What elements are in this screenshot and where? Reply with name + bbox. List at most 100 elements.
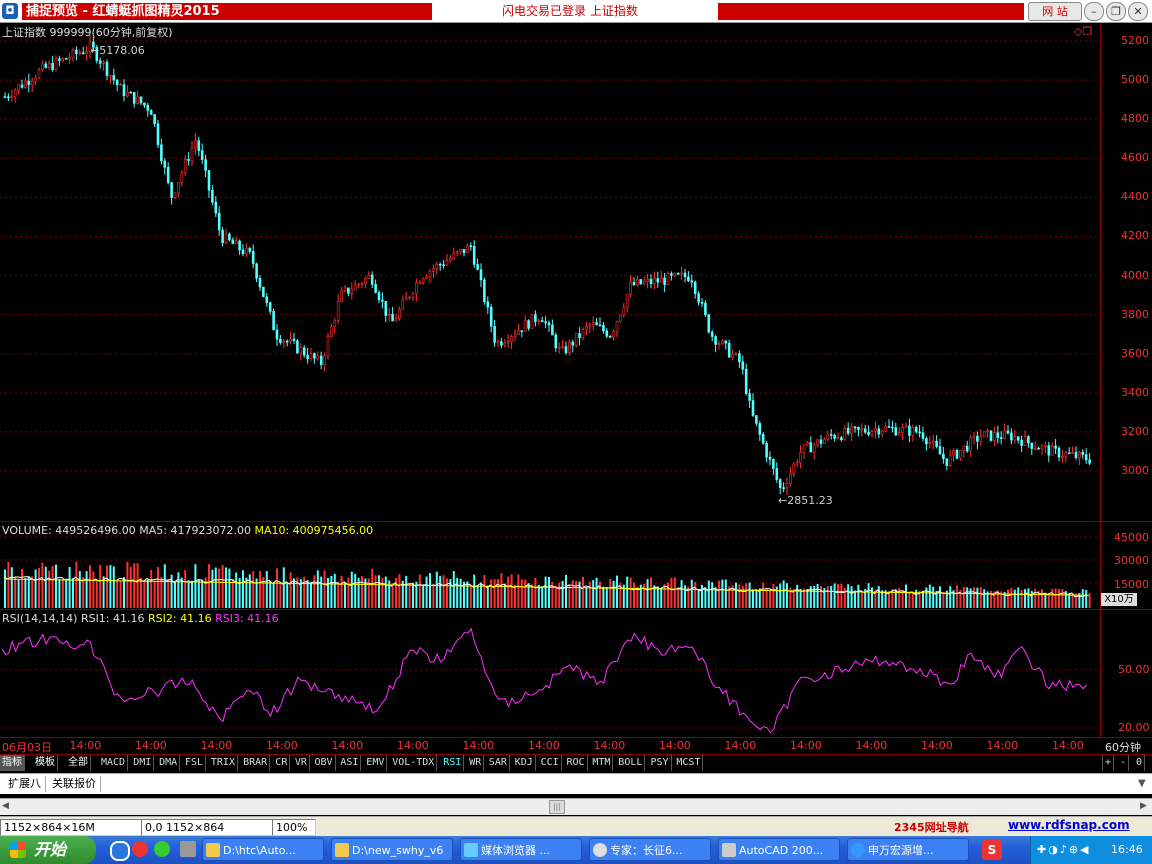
indicator-tab-trix[interactable]: TRIX xyxy=(209,755,238,771)
candle-body xyxy=(129,91,133,94)
minimize-icon[interactable]: – xyxy=(1084,2,1104,21)
scroll-left-icon[interactable]: ◀ xyxy=(2,801,9,811)
indicator-tab-boll[interactable]: BOLL xyxy=(616,755,646,771)
volume-bar xyxy=(21,568,23,608)
indicator-tab-fsl[interactable]: FSL xyxy=(183,755,207,771)
indicator-tab-wr[interactable]: WR xyxy=(467,755,485,771)
volume-bar xyxy=(541,586,544,608)
indicator-tab-roc[interactable]: ROC xyxy=(565,755,588,771)
volume-bar xyxy=(1085,589,1088,608)
start-button[interactable]: 开始 xyxy=(0,836,96,864)
chrome-icon[interactable] xyxy=(132,841,148,857)
indicator-tab-rsi[interactable]: RSI xyxy=(441,755,465,771)
indicator-tab-mtm[interactable]: MTM xyxy=(590,755,614,771)
close-icon[interactable]: ✕ xyxy=(1128,2,1148,21)
tab-related-quotes[interactable]: 关联报价 xyxy=(48,776,101,792)
volume-bar xyxy=(905,584,907,608)
volume-bar xyxy=(289,572,292,608)
volume-bar xyxy=(225,567,227,608)
indicator-tab-bar: 指标 模板 全部 MACD DMI DMA FSL TRIX BRAR CR VR OBV ASI EMV… xyxy=(0,754,1152,772)
indicator-tab-brar[interactable]: BRAR xyxy=(241,755,271,771)
indicator-tab-sar[interactable]: SAR xyxy=(487,755,510,771)
tray-icons[interactable]: ✚◑♪⊕◀ xyxy=(1037,843,1091,856)
volume-bar xyxy=(476,585,479,608)
sogou-input-icon[interactable]: S xyxy=(982,840,1002,860)
volume-bar xyxy=(616,575,618,608)
candle-body xyxy=(928,442,932,445)
indicator-tab-全部[interactable]: 全部 xyxy=(66,755,91,771)
indicator-tab-emv[interactable]: EMV xyxy=(364,755,388,771)
indicator-tab-模板[interactable]: 模板 xyxy=(33,755,58,771)
folder-icon xyxy=(335,843,349,857)
task-expert[interactable]: 专家：长征6... xyxy=(589,838,711,861)
indicator-tab-vol-tdx[interactable]: VOL-TDX xyxy=(390,755,438,771)
scroll-thumb[interactable]: ||| xyxy=(549,800,565,814)
rsi-panel[interactable]: RSI(14,14,14) RSI1: 41.16 RSI2: 41.16 RS… xyxy=(0,609,1152,738)
indicator-tab-asi[interactable]: ASI xyxy=(338,755,362,771)
candle-body xyxy=(697,293,700,303)
task-autocad[interactable]: AutoCAD 200... xyxy=(718,838,840,861)
ie-icon[interactable] xyxy=(110,841,130,861)
volume-bar xyxy=(503,583,506,608)
candle-body xyxy=(1033,447,1037,450)
candle-body xyxy=(884,426,887,432)
candle-body xyxy=(972,435,976,439)
volume-bar xyxy=(214,567,217,608)
quicklaunch-more-icon[interactable] xyxy=(180,841,196,857)
indicator-tab-obv[interactable]: OBV xyxy=(313,755,336,771)
volume-bar xyxy=(133,563,136,608)
candle-body xyxy=(64,57,68,60)
site-link[interactable]: www.rdfsnap.com xyxy=(1008,818,1130,832)
candle-body xyxy=(47,62,51,68)
indicator-tab-kdj[interactable]: KDJ xyxy=(513,755,536,771)
task-folder-htc[interactable]: D:\htc\Auto... xyxy=(202,838,324,861)
website-button[interactable]: 网 站 xyxy=(1028,2,1082,21)
price-tick: 3800 xyxy=(1121,307,1149,321)
task-folder-swhy[interactable]: D:\new_swhy_v6 xyxy=(331,838,453,861)
scroll-right-icon[interactable]: ▶ xyxy=(1140,801,1147,811)
zoom-in-button[interactable]: + xyxy=(1102,755,1115,771)
indicator-tab-指标[interactable]: 指标 xyxy=(0,755,25,771)
zoom-reset-button[interactable]: 0 xyxy=(1134,755,1146,771)
indicator-tab-cr[interactable]: CR xyxy=(273,755,291,771)
candle-body xyxy=(24,80,27,88)
candle-body xyxy=(262,286,265,298)
volume-bar xyxy=(248,574,251,608)
indicator-tab-dma[interactable]: DMA xyxy=(157,755,181,771)
candle-body xyxy=(166,166,170,183)
tab-extension-eight[interactable]: 扩展八 xyxy=(4,776,46,792)
nav-link[interactable]: 2345网址导航 xyxy=(894,819,969,835)
volume-bar xyxy=(500,573,503,608)
scroll-down-icon[interactable]: ▼ xyxy=(1138,778,1146,789)
candle-body xyxy=(367,274,371,279)
candle-body xyxy=(629,282,632,295)
candle-body xyxy=(489,306,493,327)
volume-bar xyxy=(197,579,200,608)
candle-body xyxy=(466,245,469,254)
indicator-tab-cci[interactable]: CCI xyxy=(539,755,562,771)
indicator-tab-mcst[interactable]: MCST xyxy=(674,755,704,771)
period-selector[interactable]: 60分钟 xyxy=(1105,739,1141,755)
indicator-tab-psy[interactable]: PSY xyxy=(649,755,672,771)
task-media-browser[interactable]: 媒体浏览器 ... xyxy=(460,838,582,861)
browser-icon[interactable] xyxy=(154,841,170,857)
restore-icon[interactable]: ❐ xyxy=(1106,2,1126,21)
task-swhy[interactable]: 申万宏源增... xyxy=(847,838,969,861)
volume-panel[interactable]: VOLUME: 449526496.00 MA5: 417923072.00 M… xyxy=(0,521,1152,610)
horizontal-scrollbar[interactable]: ◀ ||| ▶ xyxy=(0,798,1152,815)
candle-body xyxy=(965,445,969,452)
indicator-tab-macd[interactable]: MACD xyxy=(99,755,129,771)
zoom-out-button[interactable]: - xyxy=(1118,755,1130,771)
volume-bar xyxy=(544,576,547,608)
volume-bar xyxy=(1054,588,1057,608)
time-label: 14:00 xyxy=(855,739,888,752)
candle-body xyxy=(836,437,840,439)
main-chart-panel[interactable]: 上证指数 999999(60分钟,前复权) ◇❐ ←5178.06 ←2851.… xyxy=(0,23,1152,521)
candle-body xyxy=(761,434,765,444)
indicator-tab-vr[interactable]: VR xyxy=(293,755,310,771)
indicator-tab-dmi[interactable]: DMI xyxy=(131,755,155,771)
volume-bar xyxy=(51,565,54,608)
candle-body xyxy=(880,430,884,435)
candle-body xyxy=(591,322,595,326)
candle-body xyxy=(615,321,619,333)
